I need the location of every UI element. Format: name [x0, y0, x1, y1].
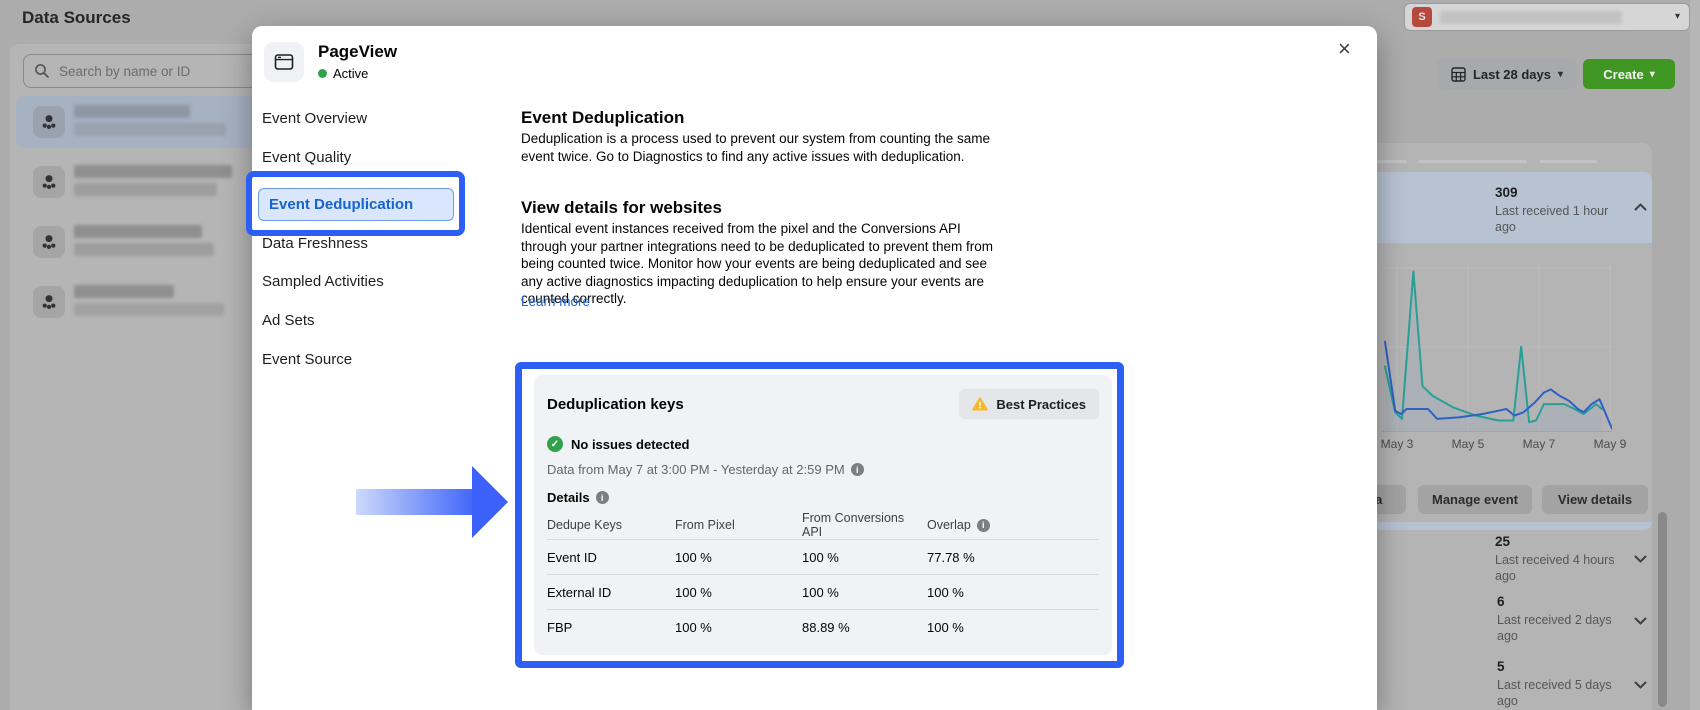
- view-details-button[interactable]: View details: [1542, 485, 1648, 514]
- redacted-text: [74, 243, 214, 256]
- pixel-source-icon: [33, 106, 65, 138]
- event-count: 5: [1497, 659, 1505, 674]
- event-last-received: Last received 2 days ago: [1497, 613, 1612, 643]
- tab-event-overview[interactable]: Event Overview: [262, 110, 367, 127]
- tab-sampled-activities[interactable]: Sampled Activities: [262, 273, 384, 290]
- event-last-received: Last received 4 hours ago: [1495, 553, 1615, 583]
- pixel-source-icon: [33, 166, 65, 198]
- redacted-text: [74, 123, 226, 136]
- event-trend-chart: [1382, 265, 1612, 432]
- page-scrollbar-track[interactable]: [1690, 0, 1700, 710]
- chevron-down-icon[interactable]: [1634, 681, 1647, 689]
- x-tick-label: May 9: [1593, 437, 1627, 451]
- chevron-down-icon: ▾: [1674, 11, 1680, 22]
- event-last-received: Last received 1 hour ago: [1495, 204, 1609, 234]
- redacted-text: [74, 105, 190, 118]
- avatar: S: [1412, 7, 1432, 27]
- create-button[interactable]: Create ▾: [1583, 59, 1675, 89]
- column-header-redacted: [1540, 160, 1597, 163]
- active-status-dot: [318, 69, 327, 78]
- x-tick-label: May 3: [1380, 437, 1414, 451]
- event-count: 6: [1497, 594, 1505, 609]
- date-range-button[interactable]: Last 28 days ▾: [1437, 59, 1577, 89]
- redacted-text: [74, 165, 232, 178]
- x-tick-label: May 7: [1522, 437, 1556, 451]
- event-count: 25: [1495, 534, 1511, 549]
- annotation-box-nav: [246, 171, 465, 236]
- screen: Data Sources S ▾ Last 28 days ▾ Create ▾…: [0, 0, 1700, 710]
- annotation-box-card: [515, 362, 1124, 668]
- column-header-redacted: [1375, 160, 1407, 163]
- create-label: Create: [1603, 66, 1644, 82]
- page-title: Data Sources: [22, 8, 131, 27]
- browser-window-icon: [264, 42, 304, 82]
- search-placeholder: Search by name or ID: [59, 63, 191, 79]
- search-icon: [35, 64, 49, 78]
- redacted-text: [74, 303, 224, 316]
- subsection-body: Identical event instances received from …: [521, 221, 994, 306]
- chevron-down-icon: ▾: [1649, 68, 1655, 80]
- modal-title: PageView: [318, 42, 398, 61]
- tab-data-freshness[interactable]: Data Freshness: [262, 235, 368, 252]
- redacted-text: [74, 225, 202, 238]
- chevron-down-icon: ▾: [1558, 68, 1564, 80]
- redacted-text: [74, 183, 217, 196]
- close-icon[interactable]: ×: [1338, 38, 1351, 60]
- calendar-grid-icon: [1451, 66, 1466, 82]
- section-heading: Event Deduplication: [521, 108, 685, 127]
- chevron-up-icon[interactable]: [1634, 203, 1647, 211]
- annotation-arrow: [356, 466, 508, 538]
- chevron-down-icon[interactable]: [1634, 555, 1647, 563]
- pixel-source-icon: [33, 226, 65, 258]
- pixel-source-icon: [33, 286, 65, 318]
- collapsed-event-row[interactable]: 25 Last received 4 hours ago: [1495, 534, 1617, 584]
- chevron-down-icon[interactable]: [1634, 617, 1647, 625]
- event-last-received: Last received 5 days ago: [1497, 678, 1612, 708]
- tab-ad-sets[interactable]: Ad Sets: [262, 312, 315, 329]
- trend-chart-svg: [1382, 265, 1612, 432]
- tab-event-quality[interactable]: Event Quality: [262, 149, 351, 166]
- date-range-label: Last 28 days: [1472, 66, 1551, 82]
- collapsed-event-row[interactable]: 5 Last received 5 days ago: [1497, 659, 1619, 709]
- collapsed-event-row[interactable]: 6 Last received 2 days ago: [1497, 594, 1619, 644]
- section-body: Deduplication is a process used to preve…: [521, 131, 990, 164]
- learn-more-link[interactable]: Learn more: [521, 294, 590, 309]
- status-badge: Active: [318, 66, 368, 81]
- manage-event-button[interactable]: Manage event: [1418, 485, 1532, 514]
- event-count: 309: [1495, 185, 1518, 200]
- status-label: Active: [333, 66, 369, 81]
- account-name-redacted: [1440, 11, 1622, 24]
- redacted-text: [74, 285, 174, 298]
- x-tick-label: May 5: [1451, 437, 1485, 451]
- list-scrollbar[interactable]: [1658, 512, 1667, 707]
- subsection-heading: View details for websites: [521, 198, 722, 217]
- tab-event-source[interactable]: Event Source: [262, 351, 352, 368]
- account-switcher[interactable]: S ▾: [1404, 3, 1690, 31]
- column-header-redacted: [1418, 160, 1527, 163]
